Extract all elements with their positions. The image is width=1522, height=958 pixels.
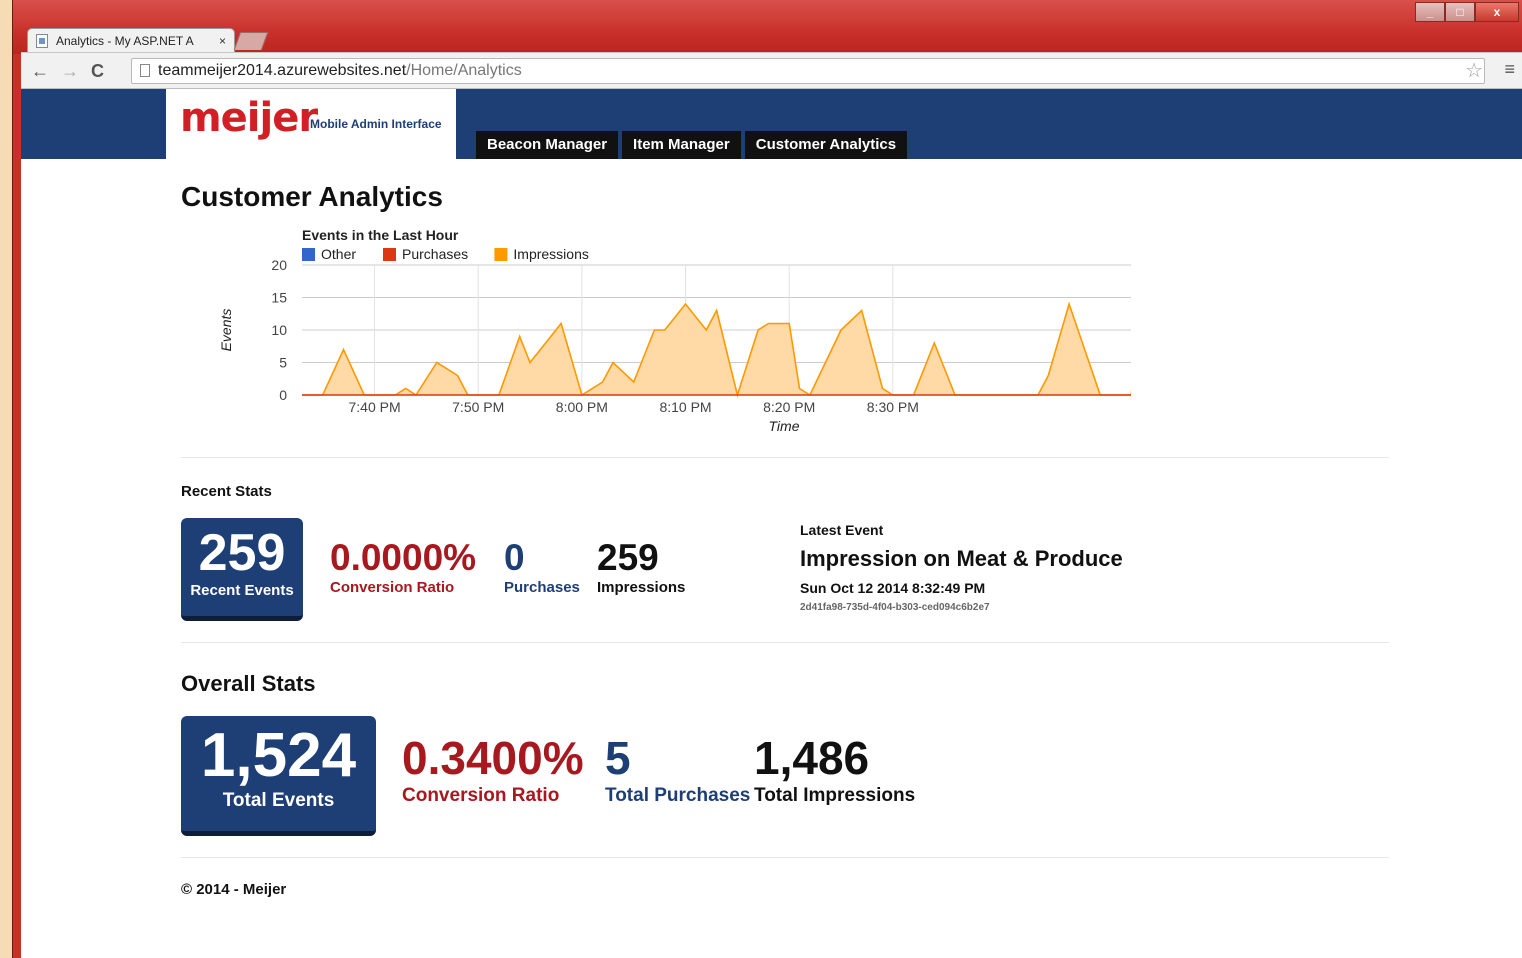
title-bar: _ □ x Analytics - My ASP.NET A × bbox=[13, 0, 1522, 54]
x-tick-label: 7:40 PM bbox=[348, 399, 400, 415]
latest-event-label: Latest Event bbox=[800, 522, 884, 538]
recent-events-label: Recent Events bbox=[190, 582, 294, 599]
latest-event: Latest Event Impression on Meat & Produc… bbox=[800, 522, 1123, 613]
recent-purchases-label: Purchases bbox=[504, 579, 580, 596]
footer-copyright: © 2014 - Meijer bbox=[181, 881, 287, 898]
recent-stats-heading: Recent Stats bbox=[181, 483, 272, 500]
y-tick-label: 5 bbox=[279, 355, 287, 371]
latest-event-title: Impression on Meat & Produce bbox=[800, 546, 1123, 571]
page-icon bbox=[36, 34, 48, 48]
meijer-logo: meijer bbox=[180, 95, 318, 141]
overall-conversion-value: 0.3400% bbox=[402, 732, 584, 784]
x-tick-label: 8:20 PM bbox=[763, 399, 815, 415]
overall-purchases-label: Total Purchases bbox=[605, 785, 751, 806]
url-path: /Home/Analytics bbox=[406, 62, 522, 79]
new-tab-button[interactable] bbox=[233, 32, 269, 50]
divider bbox=[181, 457, 1389, 458]
page-title: Customer Analytics bbox=[181, 181, 443, 212]
x-tick-label: 7:50 PM bbox=[452, 399, 504, 415]
recent-impressions: 259 Impressions bbox=[597, 539, 685, 596]
recent-events-value: 259 bbox=[198, 524, 286, 582]
forward-arrow-icon[interactable]: → bbox=[61, 61, 79, 81]
legend-label: Other bbox=[321, 246, 356, 262]
divider bbox=[181, 857, 1389, 858]
chart-title: Events in the Last Hour bbox=[302, 227, 459, 243]
y-tick-label: 15 bbox=[271, 290, 287, 306]
legend-swatch bbox=[494, 248, 508, 261]
nav-item-manager[interactable]: Item Manager bbox=[622, 131, 741, 159]
window-controls: _ □ x bbox=[1415, 2, 1519, 24]
overall-purchases-value: 5 bbox=[605, 732, 631, 784]
logo-box[interactable]: meijer Mobile Admin Interface bbox=[166, 89, 456, 159]
overall-conversion: 0.3400% Conversion Ratio bbox=[402, 735, 584, 807]
browser-tab[interactable]: Analytics - My ASP.NET A × bbox=[27, 28, 235, 53]
recent-impressions-label: Impressions bbox=[597, 579, 686, 596]
page-viewport: meijer Mobile Admin Interface Beacon Man… bbox=[21, 89, 1522, 958]
address-bar[interactable]: teammeijer2014.azurewebsites.net/Home/An… bbox=[131, 58, 1485, 84]
recent-purchases-value: 0 bbox=[504, 537, 525, 578]
y-tick-label: 20 bbox=[271, 257, 287, 273]
overall-purchases: 5 Total Purchases bbox=[605, 735, 750, 807]
minimize-button[interactable]: _ bbox=[1415, 2, 1445, 22]
logo-subtitle: Mobile Admin Interface bbox=[310, 117, 442, 131]
tab-close-icon[interactable]: × bbox=[219, 34, 226, 48]
recent-conversion-value: 0.0000% bbox=[330, 537, 477, 578]
x-tick-label: 8:00 PM bbox=[556, 399, 608, 415]
x-tick-label: 8:30 PM bbox=[867, 399, 919, 415]
overall-impressions: 1,486 Total Impressions bbox=[754, 735, 915, 807]
bookmark-star-icon[interactable]: ☆ bbox=[1465, 58, 1483, 83]
overall-conversion-label: Conversion Ratio bbox=[402, 785, 560, 806]
total-events-value: 1,524 bbox=[200, 721, 357, 790]
y-axis-title: Events bbox=[218, 309, 234, 352]
main-nav: Beacon Manager Item Manager Customer Ana… bbox=[476, 131, 911, 159]
overall-impressions-value: 1,486 bbox=[754, 732, 870, 784]
legend-swatch bbox=[383, 248, 396, 261]
recent-conversion: 0.0000% Conversion Ratio bbox=[330, 539, 476, 596]
x-axis-title: Time bbox=[769, 418, 800, 434]
recent-events-tile: 259 Recent Events bbox=[181, 518, 303, 621]
recent-purchases: 0 Purchases bbox=[504, 539, 580, 596]
browser-window: _ □ x Analytics - My ASP.NET A × ← → C t… bbox=[12, 0, 1522, 958]
overall-stats-heading: Overall Stats bbox=[181, 671, 316, 696]
total-events-tile: 1,524 Total Events bbox=[181, 716, 376, 836]
events-chart: Events in the Last Hour Other Purchases Imp… bbox=[51, 225, 1267, 440]
legend-label: Purchases bbox=[402, 246, 468, 262]
page-info-icon bbox=[140, 64, 150, 77]
tab-title: Analytics - My ASP.NET A bbox=[56, 34, 194, 48]
x-tick-label: 8:10 PM bbox=[659, 399, 711, 415]
latest-event-datetime: Sun Oct 12 2014 8:32:49 PM bbox=[800, 580, 986, 596]
y-tick-label: 10 bbox=[271, 322, 287, 338]
y-tick-label: 0 bbox=[279, 387, 287, 403]
maximize-button[interactable]: □ bbox=[1445, 2, 1475, 22]
back-arrow-icon[interactable]: ← bbox=[31, 61, 49, 81]
menu-icon[interactable]: ≡ bbox=[1504, 59, 1515, 80]
close-window-button[interactable]: x bbox=[1475, 2, 1519, 22]
nav-customer-analytics[interactable]: Customer Analytics bbox=[744, 131, 908, 159]
latest-event-guid: 2d41fa98-735d-4f04-b303-ced094c6b2e7 bbox=[800, 602, 990, 613]
total-events-label: Total Events bbox=[222, 790, 335, 811]
overall-impressions-label: Total Impressions bbox=[754, 785, 916, 806]
browser-toolbar: ← → C teammeijer2014.azurewebsites.net/H… bbox=[21, 52, 1522, 89]
divider bbox=[181, 642, 1389, 643]
url-host: teammeijer2014.azurewebsites.net bbox=[158, 62, 407, 79]
recent-impressions-value: 259 bbox=[597, 537, 659, 578]
legend-label: Impressions bbox=[513, 246, 588, 262]
recent-conversion-label: Conversion Ratio bbox=[330, 579, 455, 596]
events-chart-svg: Events in the Last Hour Other Purchases Imp… bbox=[218, 227, 1267, 434]
nav-beacon-manager[interactable]: Beacon Manager bbox=[476, 131, 619, 159]
reload-icon[interactable]: C bbox=[91, 61, 104, 81]
site-header: meijer Mobile Admin Interface Beacon Man… bbox=[21, 89, 1522, 159]
legend-swatch bbox=[302, 248, 315, 261]
